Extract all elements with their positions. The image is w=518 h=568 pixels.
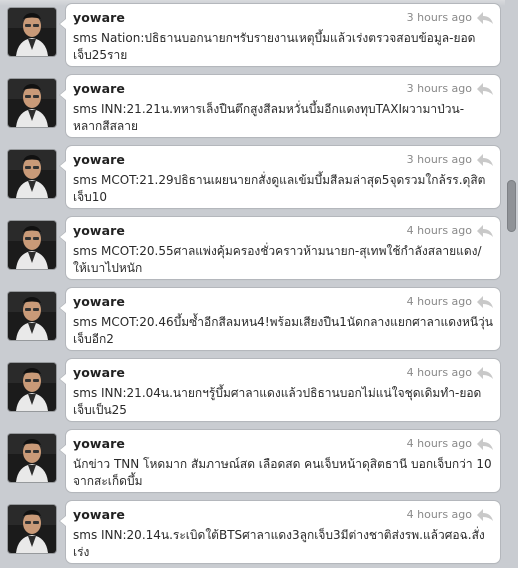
tweet-item[interactable]: yoware 4 hours ago sms INN:21.04น.นายกฯร… — [0, 355, 505, 426]
tweet-item[interactable]: yoware 4 hours ago นักข่าว TNN โหดมาก สั… — [0, 426, 505, 497]
tweet-username[interactable]: yoware — [73, 436, 125, 451]
tweet-item[interactable]: yoware 4 hours ago sms INN:20.14น.ระเบิด… — [0, 497, 505, 568]
tweet-username[interactable]: yoware — [73, 10, 125, 25]
tweet-timestamp[interactable]: 4 hours ago — [407, 366, 472, 379]
tweet-bubble: yoware 3 hours ago sms MCOT:21.29ปธิธานเ… — [59, 146, 500, 208]
user-avatar[interactable] — [8, 505, 56, 553]
tweet-bubble: yoware 4 hours ago sms INN:21.04น.นายกฯร… — [59, 359, 500, 421]
user-avatar[interactable] — [8, 363, 56, 411]
tweet-text: sms INN:21.04น.นายกฯรู้บึ้มศาลาแดงแล้วปธ… — [73, 386, 482, 417]
tweet-item[interactable]: yoware 4 hours ago sms MCOT:20.46บึ้มซ้ำ… — [0, 284, 505, 355]
tweet-bubble: yoware 3 hours ago sms INN:21.21น.ทหารเล… — [59, 75, 500, 137]
tweet-username[interactable]: yoware — [73, 365, 125, 380]
tweet-bubble: yoware 4 hours ago sms MCOT:20.55ศาลแพ่ง… — [59, 217, 500, 279]
tweet-timestamp[interactable]: 3 hours ago — [407, 11, 472, 24]
reply-arrow-icon[interactable] — [476, 152, 494, 166]
tweet-timestamp[interactable]: 3 hours ago — [407, 153, 472, 166]
tweet-timestamp[interactable]: 4 hours ago — [407, 224, 472, 237]
tweet-text: sms MCOT:20.46บึ้มซ้ำอีกสีลมหน4!พร้อมเสี… — [73, 315, 493, 346]
user-avatar[interactable] — [8, 292, 56, 340]
tweet-text: sms MCOT:21.29ปธิธานเผยนายกสั่งดูแลเข้มบ… — [73, 173, 486, 204]
tweet-timestamp[interactable]: 4 hours ago — [407, 295, 472, 308]
tweet-username[interactable]: yoware — [73, 223, 125, 238]
tweet-text: sms INN:20.14น.ระเบิดใต้BTSศาลาแดง3ลูกเจ… — [73, 528, 485, 559]
tweet-username[interactable]: yoware — [73, 152, 125, 167]
reply-arrow-icon[interactable] — [476, 294, 494, 308]
tweet-text: sms INN:21.21น.ทหารเล็งปืนตึกสูงสีลมหวั่… — [73, 102, 465, 133]
tweet-timestamp[interactable]: 3 hours ago — [407, 82, 472, 95]
tweet-timestamp[interactable]: 4 hours ago — [407, 437, 472, 450]
tweet-bubble: yoware 3 hours ago sms Nation:ปธิธานบอกน… — [59, 4, 500, 66]
scrollbar-track[interactable] — [505, 0, 518, 545]
tweet-item[interactable]: yoware 3 hours ago sms INN:21.21น.ทหารเล… — [0, 71, 505, 142]
tweet-bubble: yoware 4 hours ago นักข่าว TNN โหดมาก สั… — [59, 430, 500, 492]
tweet-username[interactable]: yoware — [73, 507, 125, 522]
tweet-text: นักข่าว TNN โหดมาก สัมภาษณ์สด เลือดสด คน… — [73, 457, 492, 488]
reply-arrow-icon[interactable] — [476, 507, 494, 521]
reply-arrow-icon[interactable] — [476, 10, 494, 24]
user-avatar[interactable] — [8, 150, 56, 198]
reply-arrow-icon[interactable] — [476, 365, 494, 379]
user-avatar[interactable] — [8, 79, 56, 127]
tweet-bubble: yoware 4 hours ago sms INN:20.14น.ระเบิด… — [59, 501, 500, 563]
tweet-item[interactable]: yoware 4 hours ago sms MCOT:20.55ศาลแพ่ง… — [0, 213, 505, 284]
tweet-username[interactable]: yoware — [73, 81, 125, 96]
tweet-item[interactable]: yoware 3 hours ago sms Nation:ปธิธานบอกน… — [0, 0, 505, 71]
tweet-username[interactable]: yoware — [73, 294, 125, 309]
tweet-timeline: yoware 3 hours ago sms Nation:ปธิธานบอกน… — [0, 0, 505, 563]
tweet-bubble: yoware 4 hours ago sms MCOT:20.46บึ้มซ้ำ… — [59, 288, 500, 350]
user-avatar[interactable] — [8, 8, 56, 56]
user-avatar[interactable] — [8, 434, 56, 482]
reply-arrow-icon[interactable] — [476, 436, 494, 450]
tweet-text: sms MCOT:20.55ศาลแพ่งคุ้มครองชั่วคราวห้า… — [73, 244, 482, 275]
tweet-text: sms Nation:ปธิธานบอกนายกฯรับรายงานเหตุบึ… — [73, 31, 476, 62]
tweet-timestamp[interactable]: 4 hours ago — [407, 508, 472, 521]
scrollbar-thumb[interactable] — [507, 180, 516, 232]
reply-arrow-icon[interactable] — [476, 223, 494, 237]
tweet-item[interactable]: yoware 3 hours ago sms MCOT:21.29ปธิธานเ… — [0, 142, 505, 213]
user-avatar[interactable] — [8, 221, 56, 269]
reply-arrow-icon[interactable] — [476, 81, 494, 95]
